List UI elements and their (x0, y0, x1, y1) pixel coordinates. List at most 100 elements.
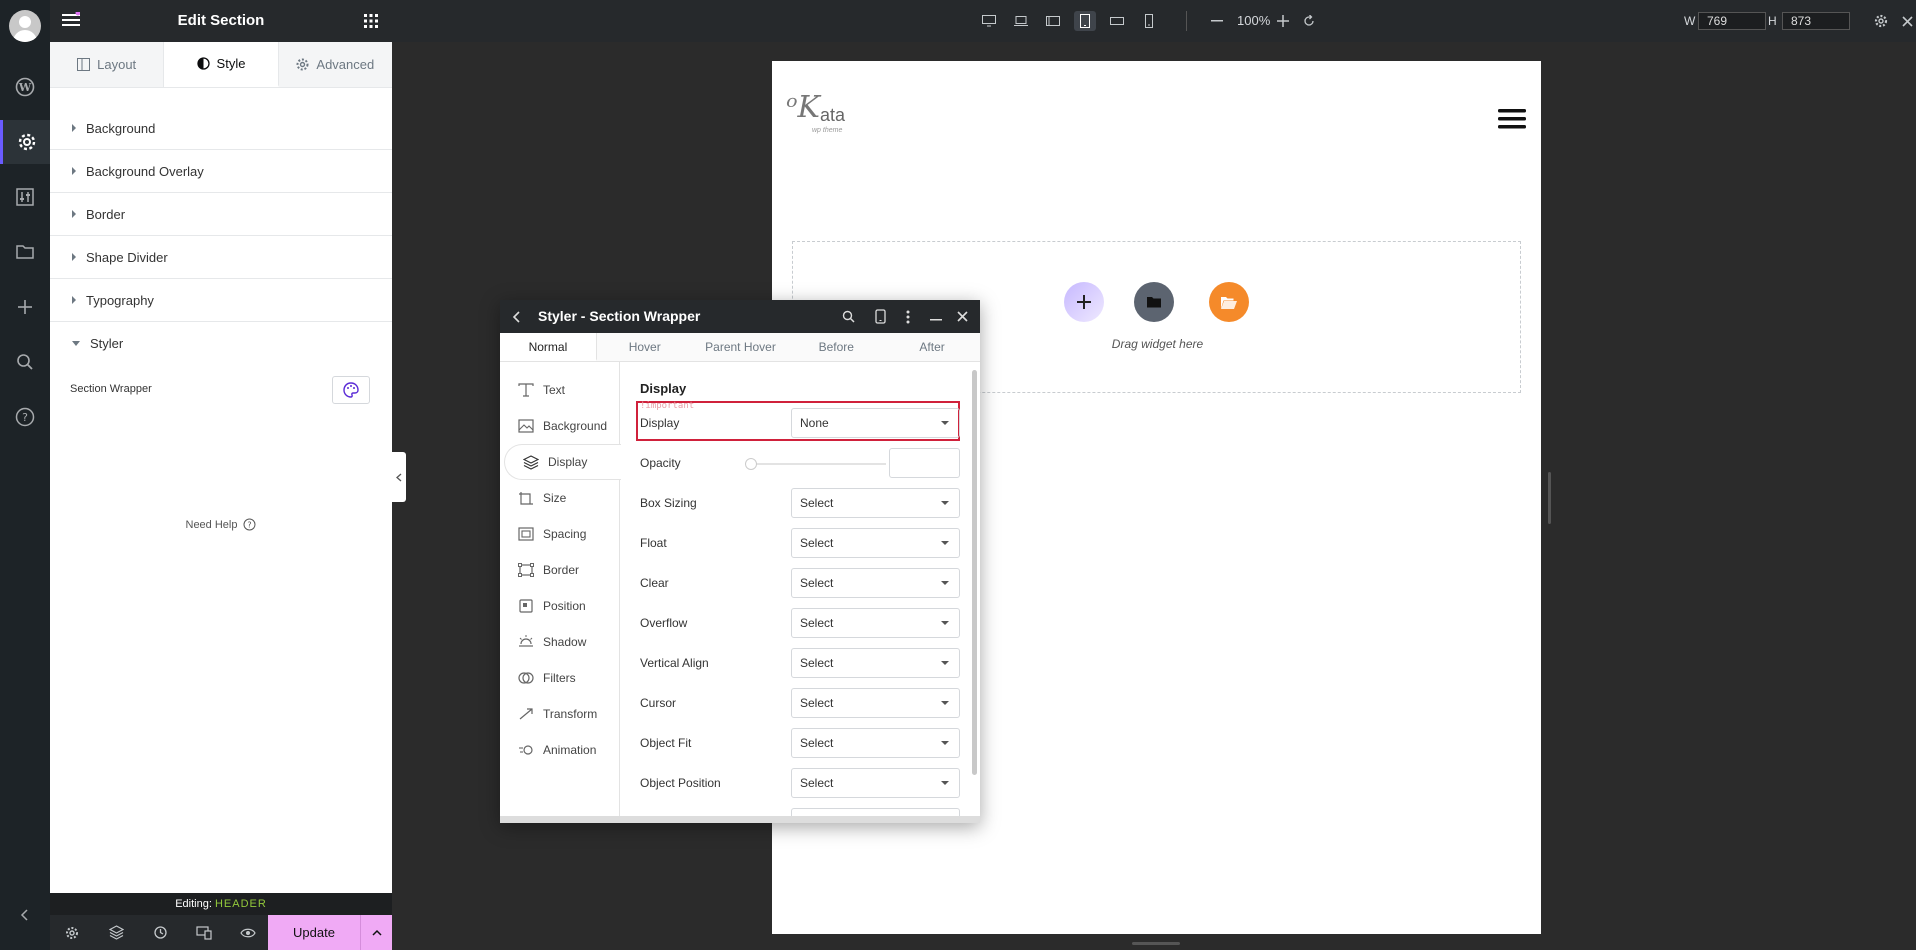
wordpress-icon[interactable]: W (0, 65, 50, 109)
sliders-icon[interactable] (0, 175, 50, 219)
sidebar-item-display[interactable]: Display (504, 444, 621, 480)
sidebar-item-animation[interactable]: Animation (500, 732, 620, 768)
history-icon[interactable] (138, 915, 182, 950)
gear-icon[interactable] (0, 120, 50, 164)
object-position-select[interactable]: Select (791, 768, 960, 798)
plus-icon[interactable] (0, 285, 50, 329)
laptop-icon[interactable] (1010, 11, 1032, 31)
opacity-slider-handle[interactable] (745, 458, 757, 470)
site-logo[interactable]: ᵒK ata wp theme (786, 93, 866, 145)
sidebar-item-size[interactable]: Size (500, 480, 620, 516)
clear-select[interactable]: Select (791, 568, 960, 598)
sidebar-item-spacing[interactable]: Spacing (500, 516, 620, 552)
position-icon (518, 599, 534, 613)
gear-icon (296, 58, 309, 71)
section-background-overlay[interactable]: Background Overlay (50, 150, 392, 193)
height-input[interactable]: 873 (1782, 12, 1850, 30)
more-vertical-icon[interactable] (896, 300, 920, 333)
section-typography[interactable]: Typography (50, 279, 392, 322)
help-icon[interactable]: ? (0, 395, 50, 439)
add-section-button[interactable] (1064, 282, 1104, 322)
contrast-icon (196, 57, 210, 70)
settings-gear-icon[interactable] (1870, 11, 1892, 31)
tab-advanced[interactable]: Advanced (278, 42, 392, 87)
sidebar-item-shadow[interactable]: Shadow (500, 624, 620, 660)
sidebar-item-background[interactable]: Background (500, 408, 620, 444)
caret-right-icon (72, 253, 76, 261)
settings-gear-icon[interactable] (50, 915, 94, 950)
tablet-portrait-icon[interactable] (1074, 11, 1096, 31)
toolbar-divider (1186, 11, 1187, 31)
footer-toolbar: Update (50, 915, 392, 950)
section-border[interactable]: Border (50, 193, 392, 236)
display-select[interactable]: None (791, 408, 960, 438)
tab-parent-hover[interactable]: Parent Hover (693, 333, 789, 361)
close-icon[interactable] (1896, 11, 1916, 31)
section-background[interactable]: Background (50, 107, 392, 150)
float-select[interactable]: Select (791, 528, 960, 558)
section-shape-divider[interactable]: Shape Divider (50, 236, 392, 279)
sidebar-item-filters[interactable]: Filters (500, 660, 620, 696)
opacity-input[interactable] (889, 448, 960, 478)
open-library-button[interactable] (1209, 282, 1249, 322)
search-icon[interactable] (836, 300, 860, 333)
tab-after[interactable]: After (884, 333, 980, 361)
close-icon[interactable] (950, 300, 974, 333)
image-icon (518, 419, 534, 433)
tab-before[interactable]: Before (788, 333, 884, 361)
folder-icon[interactable] (0, 230, 50, 274)
canvas-bottom-handle[interactable] (1132, 942, 1180, 945)
zoom-in-icon[interactable] (1272, 11, 1294, 31)
update-button[interactable]: Update (268, 915, 360, 950)
tab-normal[interactable]: Normal (500, 333, 597, 361)
canvas-resize-handle[interactable] (1548, 472, 1551, 524)
add-template-button[interactable] (1134, 282, 1174, 322)
vertical-align-select[interactable]: Select (791, 648, 960, 678)
width-input[interactable]: 769 (1698, 12, 1766, 30)
layout-icon (77, 58, 91, 71)
sidebar-item-transform[interactable]: Transform (500, 696, 620, 732)
device-tablet-icon[interactable] (868, 300, 892, 333)
site-menu-hamburger-icon[interactable] (1498, 109, 1526, 129)
minimize-icon[interactable] (924, 300, 948, 333)
object-fit-select[interactable]: Select (791, 728, 960, 758)
mobile-portrait-icon[interactable] (1138, 11, 1160, 31)
tab-style[interactable]: Style (164, 42, 279, 87)
wp-admin-rail: W ? (0, 0, 50, 950)
box-sizing-select[interactable]: Select (791, 488, 960, 518)
need-help-link[interactable]: Need Help ? (50, 518, 392, 531)
tab-layout[interactable]: Layout (50, 42, 165, 87)
dialog-scrollbar[interactable] (972, 370, 977, 775)
responsive-mode-icon[interactable] (182, 915, 226, 950)
opacity-slider-track[interactable] (750, 463, 886, 465)
back-arrow-icon[interactable] (504, 300, 528, 333)
panel-header: Edit Section (50, 0, 392, 42)
desktop-icon[interactable] (978, 11, 1000, 31)
sidebar-item-text[interactable]: Text (500, 372, 620, 408)
collapse-icon[interactable] (0, 893, 50, 937)
field-display: Display None (640, 408, 960, 440)
tab-hover[interactable]: Hover (597, 333, 693, 361)
sidebar-item-position[interactable]: Position (500, 588, 620, 624)
preview-eye-icon[interactable] (226, 915, 270, 950)
navigator-layers-icon[interactable] (94, 915, 138, 950)
reset-zoom-icon[interactable] (1298, 11, 1320, 31)
cursor-select[interactable]: Select (791, 688, 960, 718)
overflow-select[interactable]: Select (791, 608, 960, 638)
height-label: H (1768, 14, 1777, 28)
widgets-grid-icon[interactable] (364, 14, 378, 28)
mobile-landscape-icon[interactable] (1106, 11, 1128, 31)
avatar[interactable] (0, 4, 50, 48)
field-opacity: Opacity (640, 448, 960, 480)
sidebar-item-border[interactable]: Border (500, 552, 620, 588)
editing-target: HEADER (214, 898, 267, 910)
styler-open-button[interactable] (332, 376, 370, 404)
section-styler[interactable]: Styler (50, 322, 392, 365)
update-options-button[interactable] (360, 915, 392, 950)
search-icon[interactable] (0, 340, 50, 384)
caret-right-icon (72, 296, 76, 304)
tablet-landscape-icon[interactable] (1042, 11, 1064, 31)
panel-collapse-handle[interactable] (392, 452, 406, 502)
spacing-icon (518, 527, 534, 541)
zoom-out-icon[interactable] (1206, 11, 1228, 31)
